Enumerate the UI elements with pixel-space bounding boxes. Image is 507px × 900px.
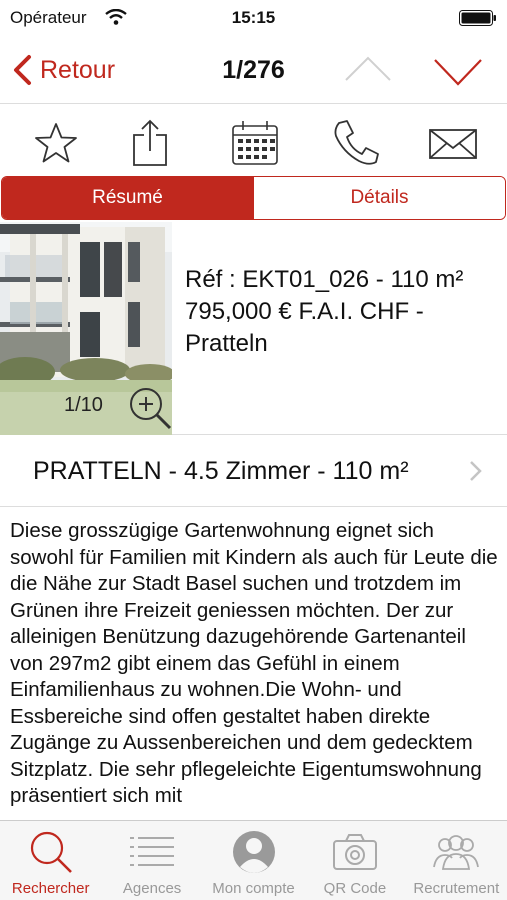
tab-recruitment[interactable]: Recrutement: [406, 821, 507, 900]
phone-icon: [334, 120, 379, 165]
share-button[interactable]: [125, 118, 175, 168]
status-bar: Opérateur 15:15: [0, 0, 507, 36]
tab-account[interactable]: Mon compte: [203, 821, 304, 900]
next-listing-button[interactable]: [432, 50, 484, 90]
tab-search-label: Rechercher: [11, 880, 90, 897]
navigation-bar: Retour 1/276: [0, 36, 507, 104]
page-title: 1/276: [222, 56, 285, 84]
tab-agencies[interactable]: Agences: [101, 821, 202, 900]
listing-summary-text: Réf : EKT01_026 - 110 m² 795,000 € F.A.I…: [185, 264, 497, 360]
listing-summary: 1/10 Réf : EKT01_026 - 110 m² 795,000 € …: [0, 222, 507, 435]
call-button[interactable]: [331, 118, 381, 168]
tab-qr-code-label: QR Code: [323, 880, 387, 897]
action-toolbar: [0, 104, 507, 176]
chevron-right-icon: [470, 461, 482, 481]
tab-qr-code[interactable]: QR Code: [304, 821, 405, 900]
calendar-button[interactable]: [230, 118, 280, 168]
share-icon: [133, 119, 167, 166]
photo-counter: 1/10: [64, 394, 103, 416]
listing-price: 795,000 € F.A.I. CHF - Pratteln: [185, 298, 424, 357]
search-icon: [30, 831, 72, 873]
listing-description: Diese grosszügige Gartenwohnung eignet s…: [10, 519, 498, 807]
status-time: 15:15: [231, 8, 276, 27]
tab-agencies-label: Agences: [122, 880, 182, 897]
user-avatar-icon: [232, 831, 275, 873]
battery-icon: [459, 10, 496, 26]
tab-search[interactable]: Rechercher: [0, 821, 101, 900]
tab-account-label: Mon compte: [212, 880, 295, 897]
favorite-button[interactable]: [31, 118, 81, 168]
group-icon: [433, 835, 480, 870]
listing-title-row[interactable]: PRATTELN - 4.5 Zimmer - 110 m²: [0, 435, 507, 507]
listing-title: PRATTELN - 4.5 Zimmer - 110 m²: [33, 457, 409, 485]
tab-bar: Rechercher Agences Mon compte QR Code Re…: [0, 820, 507, 900]
tab-details[interactable]: Détails: [253, 177, 505, 219]
summary-details-segmented-control: Résumé Détails: [1, 176, 506, 220]
zoom-in-icon[interactable]: [126, 384, 172, 430]
listing-photo[interactable]: 1/10: [0, 222, 172, 435]
list-icon: [130, 837, 175, 866]
listing-reference: Réf : EKT01_026 - 110 m²: [185, 266, 464, 293]
star-icon: [35, 123, 77, 163]
camera-icon: [332, 834, 377, 870]
mail-icon: [429, 129, 477, 159]
previous-listing-button[interactable]: [343, 50, 393, 90]
calendar-icon: [232, 121, 278, 165]
tab-recruitment-label: Recrutement: [413, 880, 500, 897]
mail-button[interactable]: [428, 118, 478, 168]
tab-summary[interactable]: Résumé: [2, 177, 253, 219]
